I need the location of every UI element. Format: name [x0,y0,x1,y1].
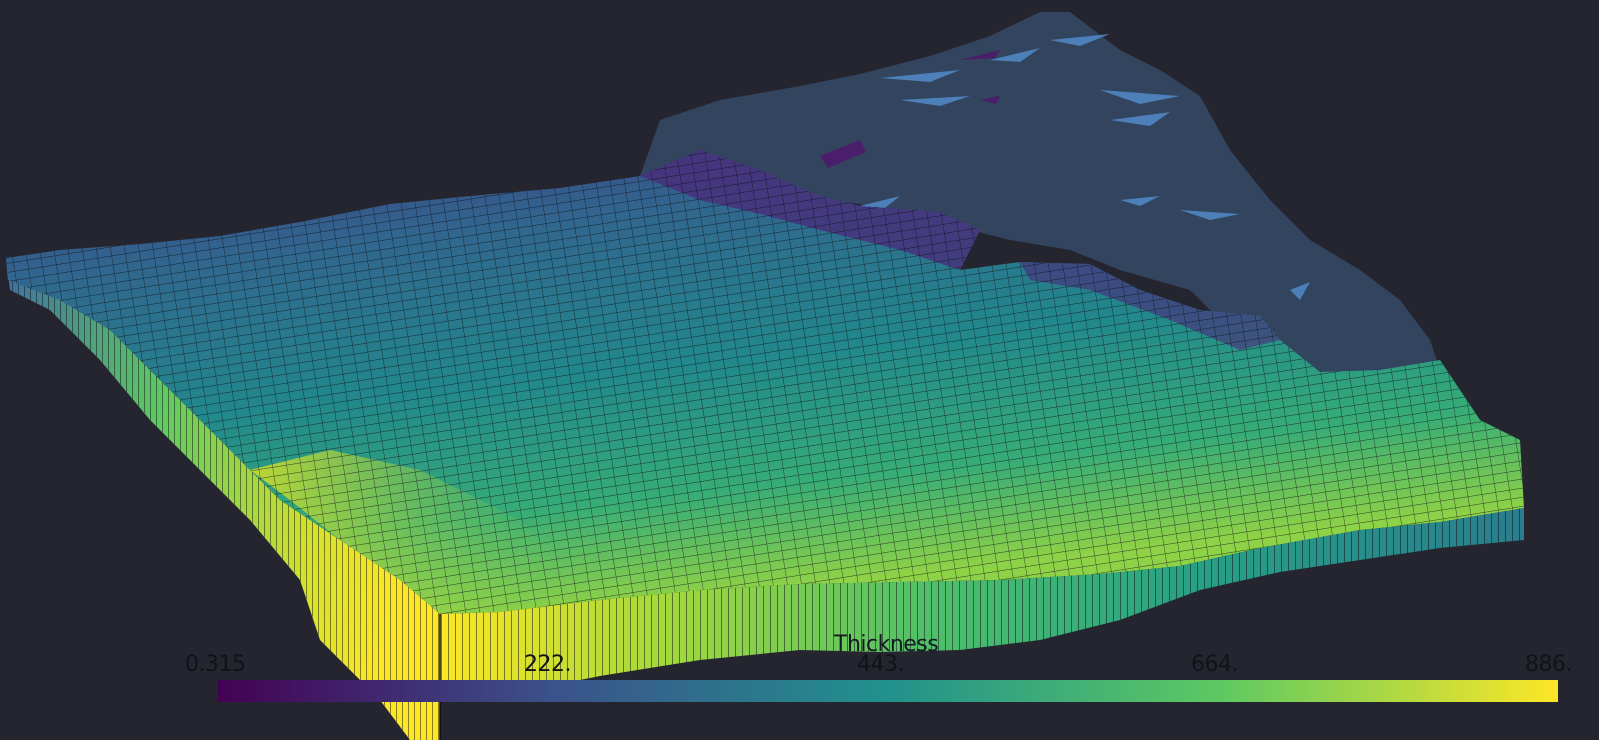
scalar-bar-tick-label: 222. [524,652,571,677]
scalar-bar-colorbar [218,680,1558,702]
render-viewport[interactable]: Thickness 0.315 222. 443. 664. 886. [0,0,1599,740]
scalar-bar-tick-label: 886. [1525,652,1572,677]
scalar-bar-tick-label: 0.315 [185,652,246,677]
scalar-bar-tick-label: 664. [1191,652,1238,677]
terrain-surface-render [6,12,1524,740]
scalar-bar-tick-label: 443. [857,652,904,677]
